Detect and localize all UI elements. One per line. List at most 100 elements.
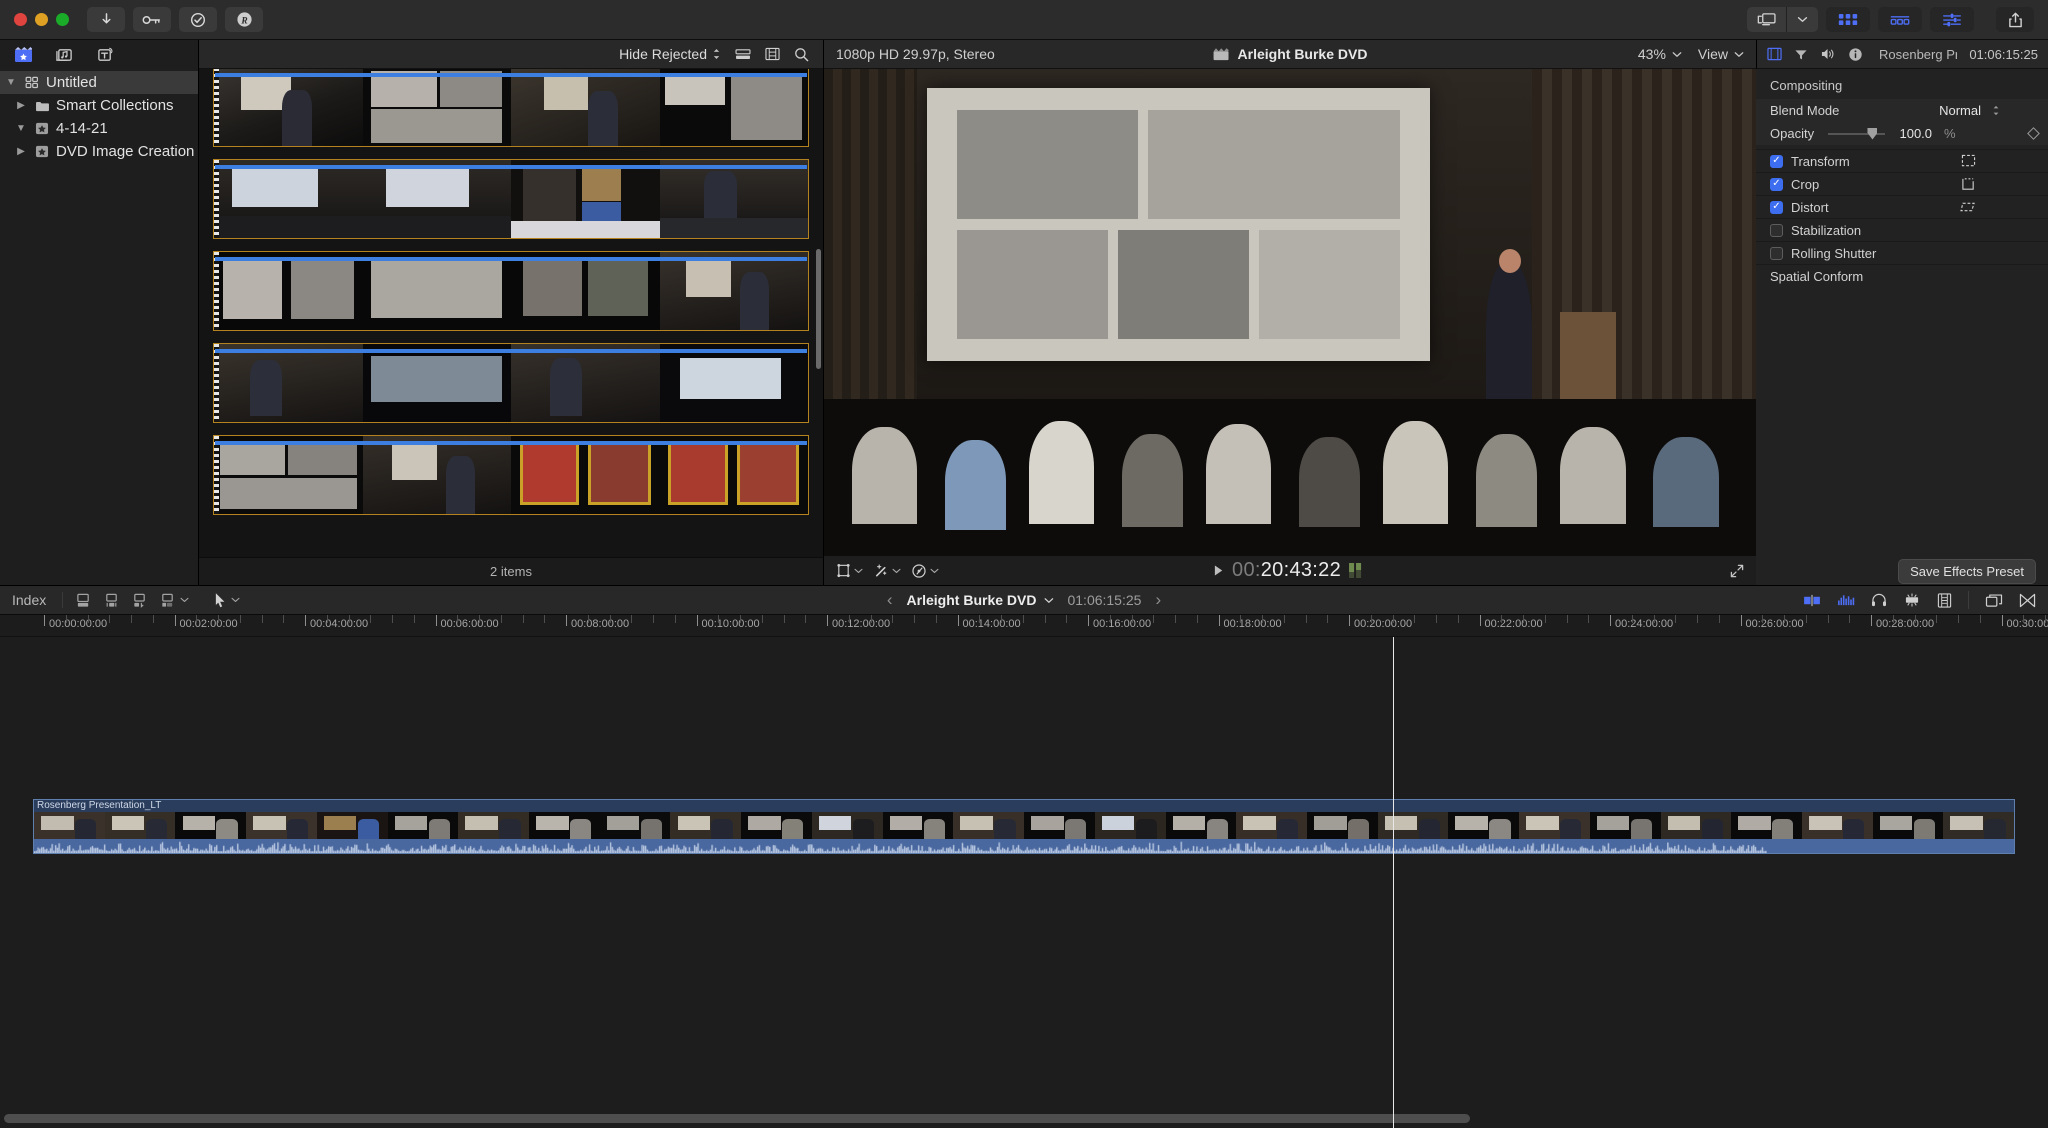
- filmstrip-icon[interactable]: [1937, 592, 1952, 608]
- stabilization-row[interactable]: Stabilization: [1756, 218, 2048, 241]
- timeline-index-button[interactable]: Index: [12, 592, 64, 608]
- audio-tab-icon[interactable]: [1820, 47, 1836, 61]
- audio-meter-icon[interactable]: [1837, 593, 1855, 607]
- timeline-ruler[interactable]: 00:00:00:00 00:02:00:00 00:04:00:00 00:06:0…: [0, 615, 2048, 637]
- timeline-clip[interactable]: Rosenberg Presentation_LT: [33, 799, 2015, 854]
- timeline-horizontal-scrollbar[interactable]: [4, 1114, 1470, 1123]
- timeline-thumbnail: [387, 812, 459, 839]
- sidebar-item-dvd-image-creation[interactable]: ▶ DVD Image Creation: [0, 140, 198, 163]
- opacity-row[interactable]: Opacity 100.0 %: [1756, 122, 2048, 145]
- inspector-toggle-button[interactable]: [1930, 7, 1974, 32]
- insert-edit-icon[interactable]: [103, 593, 120, 608]
- rolling-shutter-checkbox[interactable]: [1770, 246, 1783, 260]
- transform-checkbox[interactable]: [1770, 154, 1783, 168]
- app-badge-button[interactable]: R: [225, 7, 263, 32]
- browser-toggle-button[interactable]: [1826, 7, 1870, 32]
- crop-label: Crop: [1791, 176, 1820, 192]
- timeline-toggle-button[interactable]: [1878, 7, 1922, 32]
- enhance-tool[interactable]: [873, 563, 901, 579]
- sidebar-item-smart-collections[interactable]: ▶ Smart Collections: [0, 94, 198, 117]
- timeline-project-title[interactable]: Arleight Burke DVD: [907, 592, 1054, 608]
- library-clapper-icon[interactable]: [14, 46, 33, 63]
- list-view-icon[interactable]: [735, 48, 751, 61]
- ruler-label: 00:04:00:00: [310, 618, 369, 630]
- transform-row[interactable]: Transform: [1756, 149, 2048, 172]
- ruler-subtick: [1892, 615, 1894, 623]
- distort-row[interactable]: Distort: [1756, 195, 2048, 218]
- photos-audio-icon[interactable]: [55, 46, 74, 63]
- ruler-subtick: [914, 615, 915, 623]
- sidebar-item-4-14-21[interactable]: ▼ 4-14-21: [0, 117, 198, 140]
- favorite-marker: [215, 349, 807, 353]
- zoom-dropdown[interactable]: 43%: [1638, 46, 1682, 62]
- filmstrip-row[interactable]: [213, 69, 809, 147]
- sidebar-item-untitled[interactable]: ▼ Untitled: [0, 71, 198, 94]
- distort-box-icon[interactable]: [1960, 200, 1976, 214]
- crop-checkbox[interactable]: [1770, 177, 1783, 191]
- rolling-shutter-row[interactable]: Rolling Shutter: [1756, 241, 2048, 264]
- hide-rejected-dropdown[interactable]: Hide Rejected: [619, 46, 721, 62]
- video-tab-icon[interactable]: [1767, 47, 1782, 61]
- spatial-conform-row[interactable]: Spatial Conform: [1756, 264, 2048, 287]
- append-edit-icon[interactable]: [75, 593, 92, 608]
- disclosure-triangle-icon[interactable]: ▶: [14, 146, 28, 157]
- select-tool-icon[interactable]: [214, 592, 240, 608]
- search-icon[interactable]: [794, 47, 809, 62]
- keyframe-diamond-icon[interactable]: [2027, 127, 2040, 140]
- disclosure-triangle-icon[interactable]: ▼: [4, 77, 18, 88]
- maximize-window-button[interactable]: [56, 13, 69, 26]
- projection-screen: [926, 88, 1430, 361]
- opacity-value[interactable]: 100.0: [1899, 126, 1932, 141]
- viewer-canvas[interactable]: [824, 69, 1756, 555]
- ruler-subtick: [196, 615, 198, 623]
- crop-box-icon[interactable]: [1961, 177, 1976, 191]
- browser-scrollbar[interactable]: [816, 249, 821, 369]
- transform-tool[interactable]: [836, 563, 863, 578]
- blend-mode-row[interactable]: Blend Mode Normal: [1756, 99, 2048, 122]
- solo-headphone-icon[interactable]: [1871, 593, 1887, 607]
- timeline-body[interactable]: Rosenberg Presentation_LT: [0, 637, 2048, 1128]
- download-button[interactable]: [87, 7, 125, 32]
- window-toggle-icon[interactable]: [1985, 593, 2003, 608]
- titles-generators-icon[interactable]: [96, 46, 115, 63]
- filmstrip-view-icon[interactable]: [765, 47, 780, 61]
- viewer-timecode-group[interactable]: 00:20:43:22: [1213, 559, 1362, 582]
- distort-checkbox[interactable]: [1770, 200, 1783, 214]
- zoom-level-label: 43%: [1637, 46, 1666, 62]
- overwrite-edit-icon[interactable]: [131, 593, 148, 608]
- fullscreen-button[interactable]: [1730, 564, 1744, 578]
- previous-project-button[interactable]: ‹: [887, 590, 893, 610]
- filmstrip-row[interactable]: [213, 435, 809, 515]
- connect-edit-icon[interactable]: [159, 593, 189, 608]
- filmstrip-row[interactable]: [213, 159, 809, 239]
- display-chevron-button[interactable]: [1786, 7, 1818, 32]
- opacity-slider[interactable]: [1828, 127, 1886, 140]
- keychain-button[interactable]: [133, 7, 171, 32]
- ruler-subtick: [239, 615, 241, 623]
- next-project-button[interactable]: ›: [1155, 590, 1161, 610]
- timeline-collapse-icon[interactable]: [2019, 593, 2036, 608]
- browser-filmstrips[interactable]: [199, 69, 823, 557]
- crop-row[interactable]: Crop: [1756, 172, 2048, 195]
- display-mirror-button[interactable]: [1747, 7, 1786, 32]
- clip-appearance-icon[interactable]: [1803, 594, 1821, 607]
- transform-box-icon[interactable]: [1961, 154, 1976, 168]
- favorite-marker: [215, 257, 807, 261]
- color-balance-tool[interactable]: [911, 563, 939, 579]
- filmstrip-row[interactable]: [213, 251, 809, 331]
- filter-tab-icon[interactable]: [1794, 48, 1808, 61]
- stepper-icon[interactable]: [1992, 105, 2000, 116]
- disclosure-triangle-icon[interactable]: ▶: [14, 100, 28, 111]
- filmstrip-row[interactable]: [213, 343, 809, 423]
- save-effects-preset-button[interactable]: Save Effects Preset: [1898, 558, 2036, 584]
- minimize-window-button[interactable]: [35, 13, 48, 26]
- stabilization-checkbox[interactable]: [1770, 223, 1783, 237]
- close-window-button[interactable]: [14, 13, 27, 26]
- skimming-icon[interactable]: [1903, 593, 1921, 607]
- disclosure-triangle-icon[interactable]: ▼: [14, 123, 28, 134]
- checkmark-button[interactable]: [179, 7, 217, 32]
- info-tab-icon[interactable]: [1848, 47, 1863, 62]
- view-dropdown[interactable]: View: [1698, 46, 1744, 62]
- share-button[interactable]: [1996, 7, 2034, 32]
- timeline-playhead[interactable]: [1393, 637, 1394, 1128]
